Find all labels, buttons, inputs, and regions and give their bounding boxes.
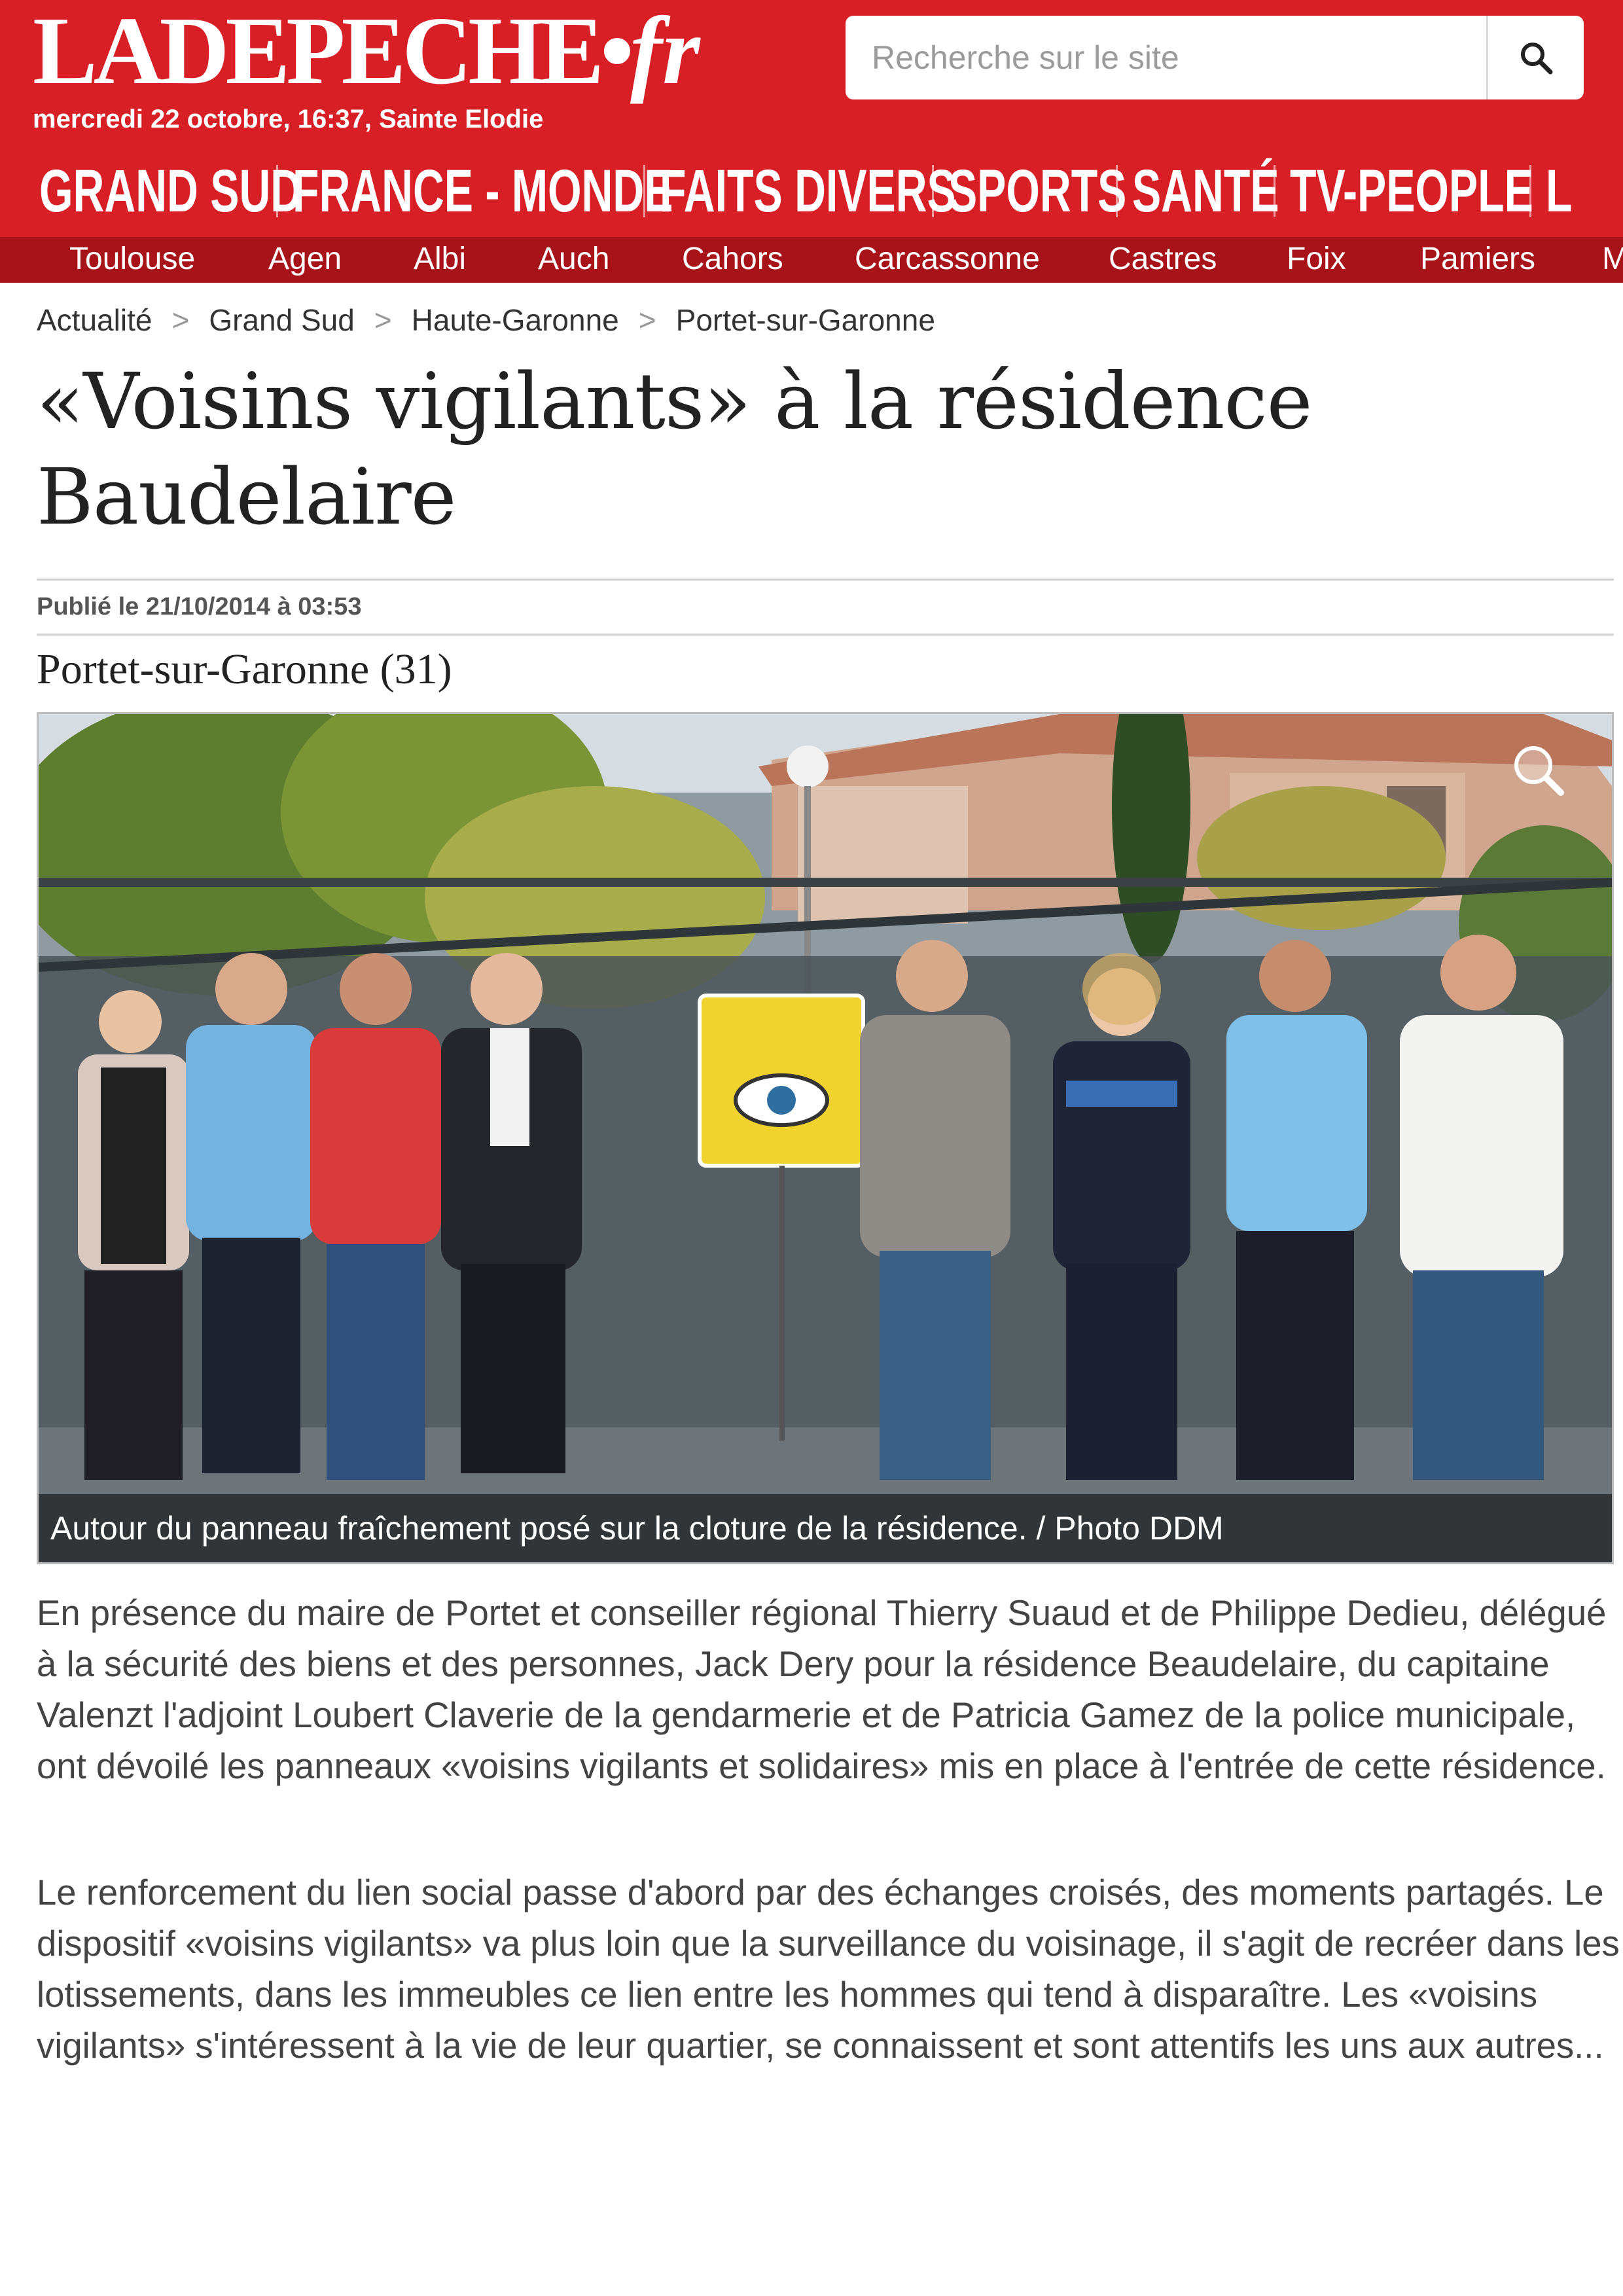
subnav-auch[interactable]: Auch [538, 241, 609, 277]
subnav-foix[interactable]: Foix [1287, 241, 1346, 277]
subnav-castres[interactable]: Castres [1109, 241, 1217, 277]
site-logo[interactable]: LADEPECHE•fr [33, 3, 700, 99]
main-nav: GRAND SUD FRANCE - MONDE FAITS DIVERS SP… [39, 152, 1585, 230]
nav-sports[interactable]: SPORTS [948, 157, 1126, 226]
zoom-icon[interactable] [1511, 743, 1566, 798]
article-paragraph: En présence du maire de Portet et consei… [37, 1593, 1607, 1786]
page: LADEPECHE•fr mercredi 22 octobre, 16:37,… [0, 0, 1623, 2296]
subnav-pamiers[interactable]: Pamiers [1420, 241, 1535, 277]
subnav-next-partial[interactable]: M [1602, 241, 1623, 277]
search-input[interactable] [859, 16, 1513, 99]
magnifier-icon [1521, 43, 1553, 75]
divider [37, 579, 1614, 581]
article-paragraph: Le renforcement du lien social passe d'a… [37, 1873, 1620, 2066]
subnav-carcassonne[interactable]: Carcassonne [855, 241, 1040, 277]
breadcrumb-separator: > [171, 303, 190, 337]
sub-nav: Toulouse Agen Albi Auch Cahors Carcasson… [0, 237, 1623, 283]
logo-fr: fr [630, 0, 700, 105]
date-line: mercredi 22 octobre, 16:37, Sainte Elodi… [33, 105, 544, 134]
breadcrumb: Actualité > Grand Sud > Haute-Garonne > Portet… [37, 302, 935, 338]
breadcrumb-portet[interactable]: Portet-sur-Garonne [676, 303, 935, 337]
article-photo[interactable]: Autour du panneau fraîchement posé sur l… [37, 712, 1614, 1564]
search-button[interactable] [1486, 16, 1584, 99]
logo-main: LADEPECHE [33, 0, 604, 105]
breadcrumb-separator: > [638, 303, 656, 337]
nav-grand-sud[interactable]: GRAND SUD [39, 157, 302, 226]
search-box [846, 16, 1584, 99]
subnav-agen[interactable]: Agen [268, 241, 342, 277]
breadcrumb-grand-sud[interactable]: Grand Sud [209, 303, 354, 337]
subnav-cahors[interactable]: Cahors [682, 241, 783, 277]
nav-next-partial[interactable]: L [1546, 157, 1574, 226]
article-title: «Voisins vigilants» à la résidence Baude… [37, 356, 1312, 542]
subnav-toulouse[interactable]: Toulouse [69, 241, 195, 277]
site-header: LADEPECHE•fr mercredi 22 octobre, 16:37,… [0, 0, 1623, 283]
nav-tv-people[interactable]: TV-PEOPLE [1290, 157, 1533, 226]
nav-sante[interactable]: SANTÉ [1132, 157, 1279, 226]
breadcrumb-actualite[interactable]: Actualité [37, 303, 152, 337]
photo-illustration [39, 714, 1612, 1562]
divider [37, 634, 1614, 636]
article-location: Portet-sur-Garonne (31) [37, 645, 452, 693]
logo-dot: • [600, 0, 634, 105]
breadcrumb-separator: > [374, 303, 392, 337]
breadcrumb-haute-garonne[interactable]: Haute-Garonne [412, 303, 619, 337]
subnav-albi[interactable]: Albi [414, 241, 466, 277]
photo-caption: Autour du panneau fraîchement posé sur l… [39, 1494, 1612, 1562]
nav-france-monde[interactable]: FRANCE - MONDE [293, 157, 673, 226]
nav-faits-divers[interactable]: FAITS DIVERS [660, 157, 956, 226]
publish-date: Publié le 21/10/2014 à 03:53 [37, 593, 362, 620]
